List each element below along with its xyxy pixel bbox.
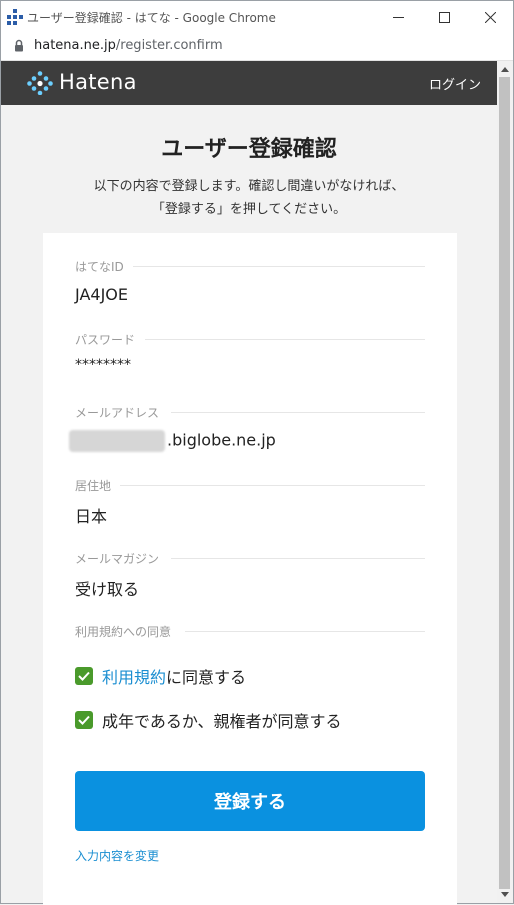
- divider: [185, 631, 425, 632]
- divider: [171, 412, 425, 413]
- newsletter-label: メールマガジン: [75, 552, 160, 566]
- scroll-up-arrow-icon[interactable]: [501, 67, 509, 72]
- minimize-icon: [392, 16, 404, 18]
- age-agreement-text: 成年であるか、親権者が同意する: [102, 712, 342, 731]
- page-description-line1: 以下の内容で登録します。確認し間違いがなければ、: [93, 179, 405, 194]
- residence-value: 日本: [75, 507, 108, 526]
- terms-agreement-text: に同意する: [166, 668, 247, 687]
- edit-input-link[interactable]: 入力内容を変更: [75, 847, 159, 864]
- title-bar: ユーザー登録確認 - はてな - Google Chrome: [1, 1, 513, 33]
- divider: [145, 339, 425, 340]
- url-path: /register.confirm: [115, 38, 223, 53]
- newsletter-value: 受け取る: [75, 580, 140, 599]
- scroll-down-arrow-icon[interactable]: [501, 892, 509, 897]
- email-value: .biglobe.ne.jp: [69, 430, 276, 452]
- checkmark-icon[interactable]: [75, 711, 93, 729]
- url-host: hatena.ne.jp: [34, 38, 116, 53]
- register-button[interactable]: 登録する: [75, 771, 425, 831]
- url-text[interactable]: hatena.ne.jp/register.confirm: [34, 38, 223, 53]
- maximize-icon: [438, 11, 450, 23]
- hatena-logo-icon[interactable]: [27, 71, 53, 95]
- browser-window: ユーザー登録確認 - はてな - Google Chrome hatena.ne…: [0, 0, 514, 905]
- password-value: ********: [75, 357, 131, 373]
- age-agreement-row[interactable]: 成年であるか、親権者が同意する: [75, 708, 342, 732]
- vertical-scrollbar[interactable]: [497, 61, 513, 903]
- hatena-id-label: はてなID: [75, 260, 124, 274]
- terms-agreement-row[interactable]: 利用規約 に同意する: [75, 664, 246, 688]
- confirmation-card: はてなID JA4JOE パスワード ******** メールアドレス .big…: [43, 233, 457, 905]
- hatena-favicon-icon: [7, 9, 23, 25]
- logo-text[interactable]: Hatena: [59, 70, 137, 94]
- maximize-button[interactable]: [421, 1, 467, 33]
- checkmark-icon[interactable]: [75, 667, 93, 685]
- agreement-label: 利用規約への同意: [75, 625, 172, 639]
- login-link[interactable]: ログイン: [429, 74, 481, 93]
- lock-icon: [15, 39, 23, 52]
- terms-link[interactable]: 利用規約: [102, 664, 166, 688]
- minimize-button[interactable]: [375, 1, 421, 33]
- hatena-id-value: JA4JOE: [75, 285, 128, 304]
- scroll-thumb[interactable]: [499, 77, 510, 889]
- address-bar[interactable]: hatena.ne.jp/register.confirm: [1, 33, 513, 61]
- redacted-email-user: [69, 430, 165, 452]
- page-description-line2: 「登録する」を押してください。: [151, 202, 347, 217]
- divider: [171, 558, 425, 559]
- close-button[interactable]: [467, 1, 513, 33]
- site-header: Hatena ログイン: [1, 61, 497, 105]
- close-icon: [484, 11, 496, 23]
- page-title: ユーザー登録確認: [161, 137, 337, 162]
- email-domain: .biglobe.ne.jp: [167, 430, 276, 450]
- divider: [120, 485, 425, 486]
- window-title: ユーザー登録確認 - はてな - Google Chrome: [27, 11, 276, 25]
- email-label: メールアドレス: [75, 406, 160, 420]
- password-label: パスワード: [75, 333, 136, 347]
- divider: [133, 266, 425, 267]
- residence-label: 居住地: [75, 479, 112, 493]
